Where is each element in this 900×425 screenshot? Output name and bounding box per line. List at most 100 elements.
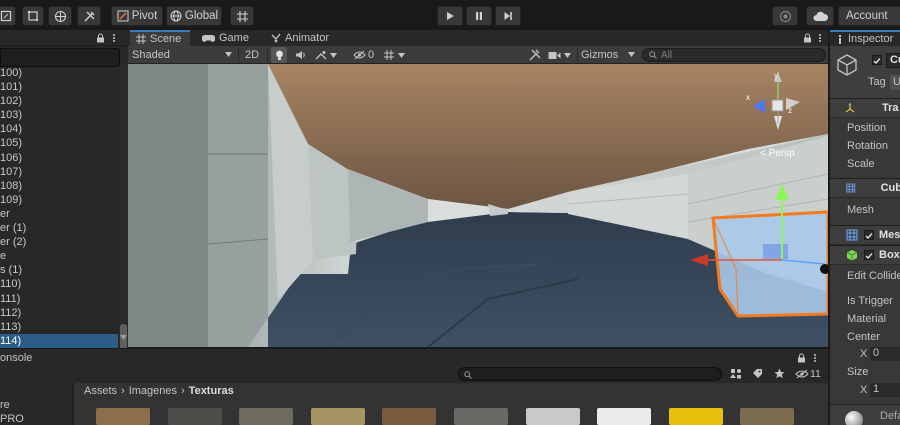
hidden-packages-toggle[interactable]: 11 <box>795 368 821 380</box>
scene-viewport[interactable]: y x z < Persp <box>128 64 828 347</box>
create-asset-icon[interactable] <box>730 368 742 379</box>
shading-mode-dropdown[interactable]: Shaded <box>132 47 234 63</box>
hierarchy-item[interactable]: 113) <box>0 320 118 334</box>
play-button[interactable] <box>437 6 463 26</box>
hierarchy-header <box>0 30 128 46</box>
grid-icon <box>384 50 394 60</box>
hierarchy-item[interactable]: er (1) <box>0 221 118 235</box>
texture-thumbnail[interactable] <box>382 408 437 425</box>
hierarchy-item[interactable]: 101) <box>0 80 118 94</box>
texture-thumbnail[interactable] <box>239 408 294 425</box>
hierarchy-item[interactable]: 103) <box>0 108 118 122</box>
tab-game[interactable]: Game <box>202 30 262 46</box>
tab-console[interactable]: onsole <box>0 352 32 364</box>
persp-label[interactable]: < Persp <box>760 148 795 159</box>
favorite-star-icon[interactable] <box>774 368 785 379</box>
breadcrumb-assets[interactable]: Assets <box>84 385 117 397</box>
mesh-filter-component-header[interactable]: Cub <box>830 178 900 198</box>
audio-toggle[interactable] <box>293 47 309 63</box>
mesh-renderer-component-header[interactable]: Mes <box>830 225 900 245</box>
pivot-label: Pivot <box>131 10 158 22</box>
tools-button[interactable] <box>527 47 543 63</box>
hierarchy-search-input[interactable] <box>0 48 120 67</box>
hierarchy-item[interactable]: 112) <box>0 306 118 320</box>
box-collider-component-header[interactable]: Box <box>830 245 900 265</box>
pivot-toggle[interactable]: Pivot <box>111 6 163 26</box>
label-filter-icon[interactable] <box>752 368 763 379</box>
hierarchy-item[interactable]: 107) <box>0 165 118 179</box>
center-x-field[interactable]: 0 <box>870 347 900 361</box>
texture-thumbnail[interactable] <box>454 408 508 425</box>
services-button[interactable] <box>772 6 798 26</box>
step-button[interactable] <box>495 6 521 26</box>
breadcrumb-texturas[interactable]: Texturas <box>189 385 234 397</box>
scene-search-input[interactable]: All <box>642 48 826 62</box>
box-collider-checkbox[interactable] <box>864 250 874 260</box>
size-x-field[interactable]: 1 <box>870 383 900 397</box>
console-lock-icon[interactable] <box>797 353 806 363</box>
gameobject-cube-icon <box>837 54 857 76</box>
mode-2d-toggle[interactable]: 2D <box>242 47 262 63</box>
account-dropdown[interactable]: Account <box>838 6 900 26</box>
lock-icon[interactable] <box>96 33 105 43</box>
camera-dropdown[interactable] <box>548 47 574 63</box>
hierarchy-item[interactable]: 104) <box>0 122 118 136</box>
hierarchy-item[interactable]: 109) <box>0 193 118 207</box>
object-name-field[interactable]: Cu <box>886 53 900 68</box>
axis-y-label: y <box>774 71 778 80</box>
breadcrumb-imagenes[interactable]: Imagenes <box>129 385 177 397</box>
folder-tree-item[interactable]: PRO <box>0 413 24 425</box>
hierarchy-item[interactable]: 102) <box>0 94 118 108</box>
hierarchy-scrollbar[interactable] <box>119 66 128 366</box>
material-section[interactable]: Defa <box>830 404 900 425</box>
hierarchy-item[interactable]: 111) <box>0 292 118 306</box>
texture-thumbnail[interactable] <box>167 408 222 425</box>
tab-scene[interactable]: Scene <box>130 30 190 46</box>
center-label: Center <box>847 331 881 343</box>
console-tab-bar: onsole <box>0 348 828 366</box>
hierarchy-item[interactable]: 114) <box>0 333 118 348</box>
tag-dropdown[interactable]: U <box>890 75 900 90</box>
grid-toggle-dropdown[interactable] <box>383 47 409 63</box>
pause-icon <box>476 12 482 20</box>
hierarchy-item[interactable]: 108) <box>0 179 118 193</box>
scroll-down-icon[interactable] <box>120 335 127 340</box>
active-checkbox[interactable] <box>872 55 882 65</box>
texture-thumbnail[interactable] <box>668 408 723 425</box>
folder-tree-item[interactable]: re <box>0 399 10 411</box>
rect-tool-icon[interactable] <box>0 6 16 26</box>
hierarchy-item[interactable]: 105) <box>0 136 118 150</box>
custom-tool-icon[interactable] <box>77 6 101 26</box>
hidden-objects-toggle[interactable]: 0 <box>353 47 379 63</box>
hierarchy-item[interactable]: s (1) <box>0 263 118 277</box>
global-toggle[interactable]: Global <box>166 6 222 26</box>
scene-more-icon[interactable] <box>818 33 822 43</box>
collab-button[interactable] <box>806 6 834 26</box>
grid-snap-button[interactable] <box>230 6 254 26</box>
mesh-renderer-checkbox[interactable] <box>864 230 874 240</box>
texture-thumbnail[interactable] <box>96 408 150 425</box>
texture-thumbnail[interactable] <box>740 408 795 425</box>
hierarchy-item[interactable]: er <box>0 207 118 221</box>
more-options-icon[interactable] <box>112 33 116 43</box>
hierarchy-item[interactable]: 110) <box>0 277 118 291</box>
gizmos-dropdown[interactable]: Gizmos <box>581 47 637 63</box>
texture-thumbnail[interactable] <box>525 408 580 425</box>
lighting-toggle[interactable] <box>271 47 287 63</box>
console-more-icon[interactable] <box>813 353 817 363</box>
transform-component-header[interactable]: Tra <box>830 98 900 118</box>
hierarchy-item[interactable]: 100) <box>0 66 118 80</box>
hierarchy-item[interactable]: er (2) <box>0 235 118 249</box>
pause-button[interactable] <box>466 6 492 26</box>
tab-animator[interactable]: Animator <box>271 30 341 46</box>
tab-inspector[interactable]: Inspector <box>830 30 900 46</box>
transform-tool-icon[interactable] <box>48 6 72 26</box>
hierarchy-item[interactable]: e <box>0 249 118 263</box>
texture-thumbnail[interactable] <box>597 408 652 425</box>
hierarchy-item[interactable]: 106) <box>0 151 118 165</box>
effects-dropdown[interactable] <box>315 47 341 63</box>
project-search-input[interactable] <box>458 367 722 381</box>
scene-lock-icon[interactable] <box>803 33 812 43</box>
texture-thumbnail[interactable] <box>310 408 365 425</box>
rect-transform-icon[interactable] <box>22 6 44 26</box>
